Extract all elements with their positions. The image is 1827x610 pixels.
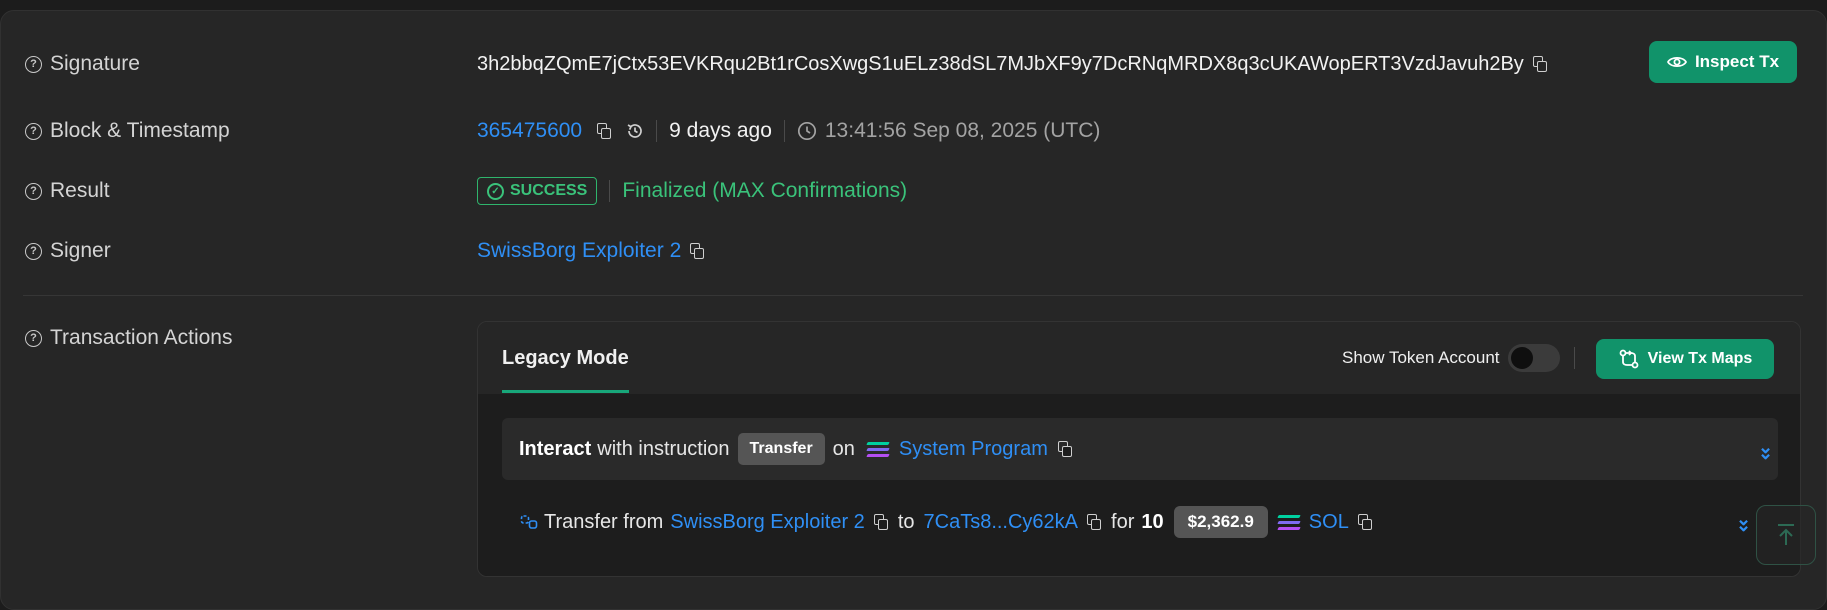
panel-header: Legacy Mode Show Token Account View Tx M… (478, 322, 1800, 394)
tab-legacy-mode[interactable]: Legacy Mode (502, 322, 629, 394)
interact-word: Interact (519, 437, 592, 460)
divider (609, 180, 611, 202)
check-circle-icon: ✓ (487, 182, 504, 200)
show-token-account-toggle[interactable] (1507, 344, 1560, 372)
divider (1573, 347, 1575, 369)
status-badge: ✓ SUCCESS (477, 177, 598, 205)
to-account-link[interactable]: 7CaTs8...Cy62kA (924, 511, 1079, 534)
copy-icon[interactable] (1357, 514, 1373, 530)
history-icon[interactable] (626, 122, 644, 140)
help-icon[interactable]: ? (25, 182, 42, 200)
signer-link[interactable]: SwissBorg Exploiter 2 (477, 239, 681, 263)
transaction-overview-card: ? Signature 3h2bbqZQmE7jCtx53EVKRqu2Bt1r… (0, 10, 1827, 610)
help-icon[interactable]: ? (25, 329, 42, 347)
signature-label: ? Signature (25, 44, 140, 84)
result-row: ? Result ✓ SUCCESS Finalized (MAX Confir… (1, 171, 1826, 211)
signer-row: ? Signer SwissBorg Exploiter 2 (1, 231, 1826, 271)
signature-value: 3h2bbqZQmE7jCtx53EVKRqu2Bt1rCosXwgS1uELz… (477, 52, 1524, 75)
result-value-wrap: ✓ SUCCESS Finalized (MAX Confirmations) (477, 171, 907, 211)
actions-label: ? Transaction Actions (25, 318, 232, 358)
divider (783, 120, 785, 142)
copy-icon[interactable] (689, 243, 705, 259)
arrow-up-icon (1778, 524, 1794, 545)
copy-icon[interactable] (1086, 514, 1102, 530)
view-tx-maps-button[interactable]: View Tx Maps (1596, 339, 1774, 379)
actions-panel: Legacy Mode Show Token Account View Tx M… (477, 321, 1801, 577)
help-icon[interactable]: ? (25, 55, 42, 73)
tab-active-indicator (502, 390, 629, 393)
block-label: ? Block & Timestamp (25, 111, 230, 151)
copy-icon[interactable] (1057, 441, 1073, 457)
block-value-wrap: 365475600 9 days ago 13:41:56 Sep 08, 20… (477, 111, 1100, 151)
result-label: ? Result (25, 171, 110, 211)
block-number-link[interactable]: 365475600 (477, 119, 582, 143)
scroll-to-top-button[interactable] (1756, 505, 1816, 565)
copy-icon[interactable] (596, 123, 612, 139)
token-account-toggle-group: Show Token Account (1342, 322, 1575, 394)
program-link[interactable]: System Program (899, 438, 1048, 461)
chevron-double-down-icon[interactable]: ⌄ ⌄ (1736, 510, 1751, 546)
for-word: for (1111, 510, 1135, 533)
solana-icon (866, 441, 890, 457)
with-instruction-text: with instruction (597, 437, 730, 460)
to-word: to (897, 510, 915, 533)
map-route-icon (1619, 349, 1639, 369)
help-icon[interactable]: ? (25, 242, 42, 260)
signer-label: ? Signer (25, 231, 111, 271)
instruction-row[interactable]: Interact with instruction Transfer on Sy… (502, 418, 1778, 480)
help-icon[interactable]: ? (25, 122, 42, 140)
chevron-double-down-icon[interactable]: ⌄ ⌄ (1758, 438, 1773, 474)
signer-value-wrap: SwissBorg Exploiter 2 (477, 231, 705, 271)
on-word: on (832, 437, 855, 460)
relative-time: 9 days ago (669, 119, 772, 142)
usd-value-badge: $2,362.9 (1173, 506, 1268, 538)
transfer-row: Transfer from SwissBorg Exploiter 2 to 7… (520, 502, 1373, 542)
transfer-amount: 10 (1141, 510, 1164, 533)
confirmation-status: Finalized (MAX Confirmations) (622, 179, 908, 202)
block-row: ? Block & Timestamp 365475600 9 days ago… (1, 111, 1826, 151)
signature-row: ? Signature 3h2bbqZQmE7jCtx53EVKRqu2Bt1r… (1, 41, 1826, 84)
panel-body: Interact with instruction Transfer on Sy… (478, 394, 1800, 576)
divider (656, 120, 658, 142)
solana-icon (1277, 514, 1301, 530)
inspect-tx-button[interactable]: Inspect Tx (1649, 41, 1797, 83)
clock-icon (797, 121, 816, 141)
transfer-from-text: Transfer from (544, 510, 664, 533)
instruction-type-tag: Transfer (737, 433, 825, 465)
signature-value-wrap: 3h2bbqZQmE7jCtx53EVKRqu2Bt1rCosXwgS1uELz… (477, 44, 1548, 84)
token-link[interactable]: SOL (1309, 511, 1349, 534)
from-account-link[interactable]: SwissBorg Exploiter 2 (670, 511, 865, 534)
section-divider (23, 295, 1803, 296)
timestamp: 13:41:56 Sep 08, 2025 (UTC) (824, 119, 1101, 142)
link-transfer-icon (520, 515, 538, 529)
copy-icon[interactable] (873, 514, 889, 530)
show-token-account-label: Show Token Account (1342, 348, 1500, 367)
copy-icon[interactable] (1532, 56, 1548, 72)
eye-icon (1666, 56, 1687, 68)
